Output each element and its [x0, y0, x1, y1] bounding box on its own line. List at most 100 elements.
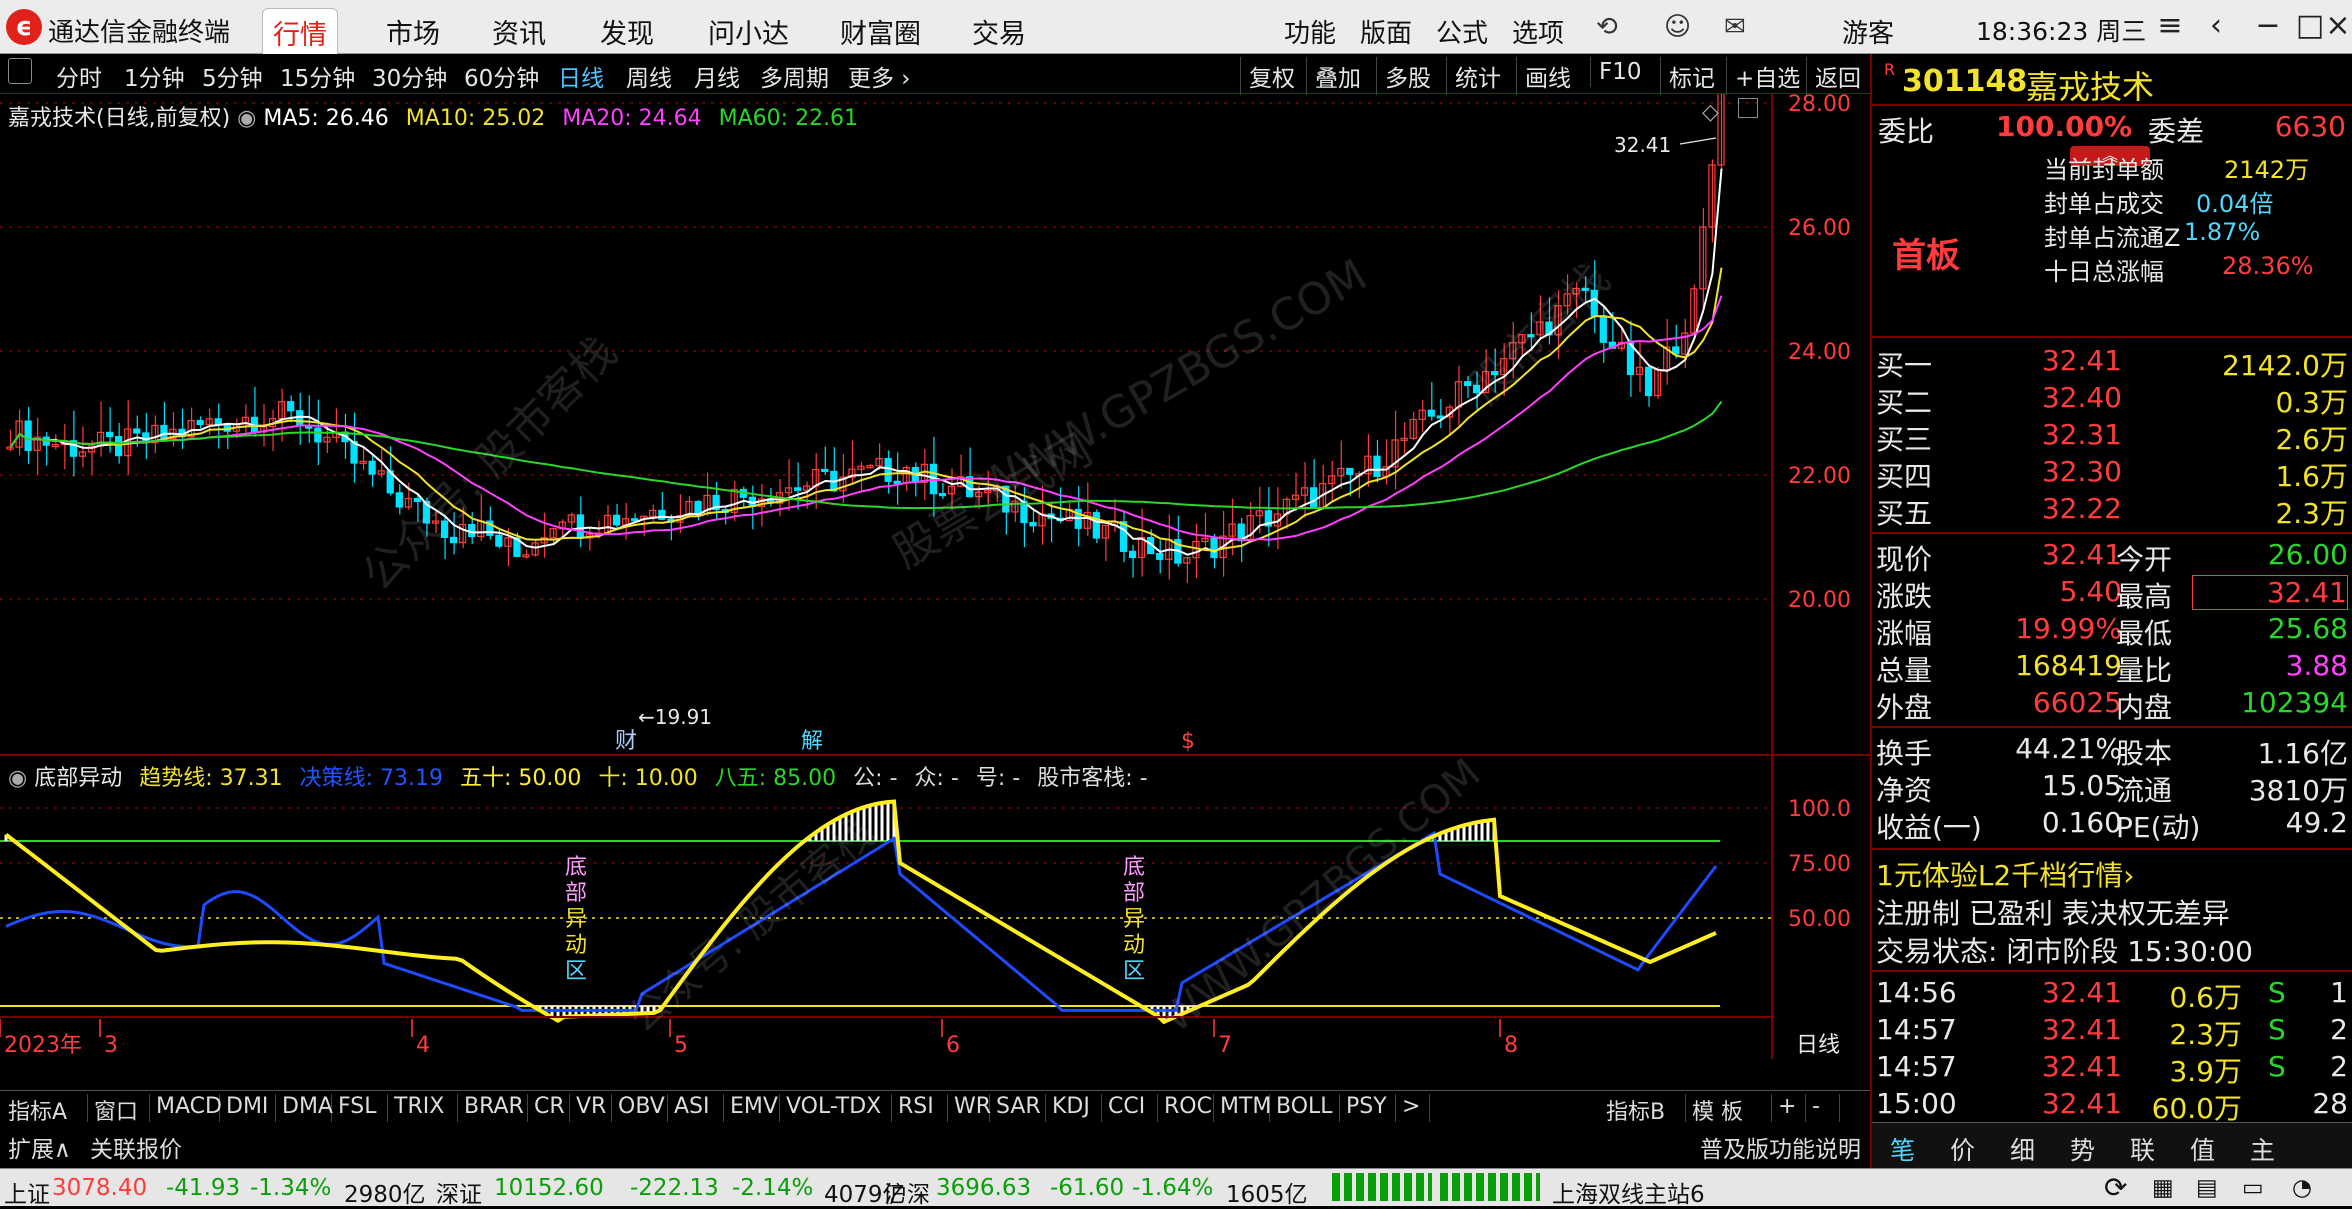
- settings-dot-icon[interactable]: ◉: [237, 106, 263, 131]
- back-icon[interactable]: ‹: [2196, 8, 2236, 43]
- panel-split-icon[interactable]: [1738, 98, 1758, 118]
- user-label[interactable]: 游客: [1842, 13, 1894, 50]
- close-icon[interactable]: ×: [2318, 8, 2352, 43]
- menu-caifuquan[interactable]: 财富圈: [840, 12, 921, 51]
- sync-icon[interactable]: ⟳: [2104, 1171, 2127, 1204]
- indicator-tab[interactable]: DMA: [276, 1094, 333, 1122]
- user-icon[interactable]: ☺: [1664, 12, 1691, 42]
- mail-icon[interactable]: ✉: [1724, 12, 1746, 42]
- signal-icon[interactable]: ◔: [2292, 1175, 2312, 1201]
- period-30min[interactable]: 30分钟: [372, 59, 447, 93]
- menu-banmian[interactable]: 版面: [1360, 13, 1412, 50]
- indicator-tab[interactable]: >: [1396, 1094, 1430, 1122]
- btn-zixuan[interactable]: +自选: [1726, 57, 1808, 95]
- quote-tab[interactable]: 价: [1950, 1131, 1975, 1167]
- quote-tab[interactable]: 主: [2250, 1131, 2275, 1167]
- indicator-tab[interactable]: MACD: [150, 1094, 222, 1122]
- indicator-tab[interactable]: DMI: [220, 1094, 276, 1122]
- indicator-tab[interactable]: FSL: [332, 1094, 388, 1122]
- indicator-tab[interactable]: CCI: [1102, 1094, 1158, 1122]
- indicator-dot-icon[interactable]: ◉: [8, 766, 34, 791]
- period-5min[interactable]: 5分钟: [202, 59, 263, 93]
- hs-index-label[interactable]: 沪深: [884, 1175, 930, 1209]
- indicator-tab[interactable]: 模 板: [1686, 1094, 1772, 1125]
- indicator-tab[interactable]: 指标B: [1600, 1094, 1686, 1125]
- sz-index-label[interactable]: 深证: [436, 1175, 482, 1209]
- indicator-panel[interactable]: 100.0 75.00 50.00 底部异动区 底部异动区 2023年 3 4 5 6 7 8 日线 公众…: [0, 754, 1870, 1059]
- menu-faxian[interactable]: 发现: [600, 12, 654, 51]
- indicator-tab[interactable]: VR: [570, 1094, 612, 1122]
- kline-chart[interactable]: 32.0030.0028.0026.0024.0022.0020.0032.41…: [0, 94, 1870, 754]
- btn-fanhui[interactable]: 返回: [1806, 57, 1869, 95]
- related-quotes-button[interactable]: 关联报价: [90, 1130, 182, 1164]
- menu-gongshi[interactable]: 公式: [1436, 13, 1488, 50]
- indicator-tab[interactable]: BOLL: [1270, 1094, 1340, 1122]
- menu-icon[interactable]: ≡: [2150, 8, 2190, 43]
- quote-tab[interactable]: 细: [2010, 1131, 2035, 1167]
- bid-price[interactable]: 32.31: [1972, 418, 2122, 451]
- window-icon[interactable]: ▭: [2242, 1175, 2264, 1201]
- btn-fuquan[interactable]: 复权: [1240, 57, 1303, 95]
- period-multi[interactable]: 多周期: [760, 59, 829, 93]
- btn-duogu[interactable]: 多股: [1376, 57, 1439, 95]
- menu-jiaoyi[interactable]: 交易: [972, 12, 1026, 51]
- quote-tab[interactable]: 值: [2190, 1131, 2215, 1167]
- btn-f10[interactable]: F10: [1590, 57, 1650, 87]
- stock-code[interactable]: 301148: [1902, 64, 2027, 99]
- quote-tab[interactable]: 势: [2070, 1131, 2095, 1167]
- indicator-tab[interactable]: PSY: [1340, 1094, 1396, 1122]
- period-fenshi[interactable]: 分时: [56, 59, 102, 93]
- chart-icon[interactable]: ▤: [2196, 1175, 2218, 1201]
- indicator-tab[interactable]: OBV: [612, 1094, 668, 1122]
- period-60min[interactable]: 60分钟: [464, 59, 539, 93]
- bid-price[interactable]: 32.22: [1972, 492, 2122, 525]
- bid-price[interactable]: 32.41: [1972, 344, 2122, 377]
- indicator-tab[interactable]: TRIX: [388, 1094, 458, 1122]
- quote-tab[interactable]: 笔: [1890, 1131, 1915, 1167]
- menu-gongneng[interactable]: 功能: [1284, 13, 1336, 50]
- indicator-tab[interactable]: CR: [528, 1094, 570, 1122]
- refresh-icon[interactable]: ⟲: [1596, 12, 1618, 42]
- l2-promo-link[interactable]: 1元体验L2千档行情›: [1876, 854, 2134, 894]
- bid-price[interactable]: 32.40: [1972, 381, 2122, 414]
- stock-name[interactable]: 嘉戎技术: [2026, 62, 2154, 108]
- expand-button[interactable]: 扩展∧: [8, 1130, 71, 1164]
- period-week[interactable]: 周线: [626, 59, 672, 93]
- indicator-tab[interactable]: +: [1772, 1094, 1806, 1122]
- indicator-tab[interactable]: -: [1806, 1094, 1840, 1122]
- sh-index-label[interactable]: 上证: [4, 1175, 50, 1209]
- period-more[interactable]: 更多 ›: [848, 59, 911, 93]
- btn-diejia[interactable]: 叠加: [1306, 57, 1369, 95]
- menu-shichang[interactable]: 市场: [386, 12, 440, 51]
- kline-canvas[interactable]: 32.0030.0028.0026.0024.0022.0020.0032.41…: [0, 94, 1870, 754]
- minimize-icon[interactable]: −: [2248, 8, 2288, 43]
- indicator-tab[interactable]: ASI: [668, 1094, 724, 1122]
- indicator-tab[interactable]: RSI: [892, 1094, 948, 1122]
- indicator-tab[interactable]: 窗口: [88, 1094, 150, 1125]
- period-day[interactable]: 日线: [558, 59, 604, 93]
- indicator-tab[interactable]: KDJ: [1046, 1094, 1102, 1122]
- diamond-icon[interactable]: ◇: [1702, 100, 1719, 125]
- menu-wenxiaoda[interactable]: 问小达: [708, 12, 789, 51]
- indicator-tab[interactable]: VOL-TDX: [780, 1094, 892, 1122]
- menu-xuanxiang[interactable]: 选项: [1512, 13, 1564, 50]
- indicator-tab[interactable]: SAR: [990, 1094, 1046, 1122]
- menu-zixun[interactable]: 资讯: [492, 12, 546, 51]
- panel-toggle-icon[interactable]: [8, 58, 32, 84]
- indicator-tab[interactable]: 指标A: [2, 1094, 88, 1125]
- indicator-tab[interactable]: EMV: [724, 1094, 780, 1122]
- period-1min[interactable]: 1分钟: [124, 59, 185, 93]
- indicator-tab[interactable]: ROC: [1158, 1094, 1214, 1122]
- quote-tab[interactable]: 联: [2130, 1131, 2155, 1167]
- btn-huaxian[interactable]: 画线: [1516, 57, 1579, 95]
- period-15min[interactable]: 15分钟: [280, 59, 355, 93]
- bid-price[interactable]: 32.30: [1972, 455, 2122, 488]
- help-link[interactable]: 普及版功能说明: [1700, 1130, 1861, 1164]
- indicator-tab[interactable]: MTM: [1214, 1094, 1271, 1122]
- server-label[interactable]: 上海双线主站6: [1552, 1175, 1705, 1209]
- period-month[interactable]: 月线: [694, 59, 740, 93]
- btn-tongji[interactable]: 统计: [1446, 57, 1509, 95]
- grid-icon[interactable]: ▦: [2152, 1175, 2174, 1201]
- indicator-canvas[interactable]: 100.0 75.00 50.00 底部异动区 底部异动区 2023年 3 4 5 6 7 8 日线 公众…: [0, 756, 1870, 1059]
- indicator-tab[interactable]: BRAR: [458, 1094, 528, 1122]
